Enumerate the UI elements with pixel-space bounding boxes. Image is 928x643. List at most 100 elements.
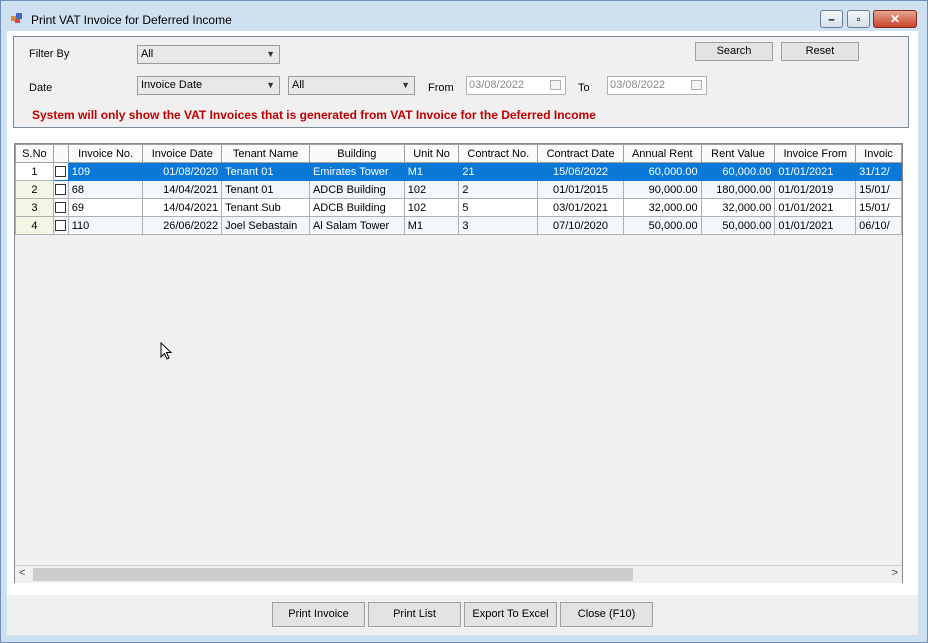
col-header-invoice-from[interactable]: Invoice From — [774, 144, 857, 163]
print-invoice-button[interactable]: Print Invoice — [272, 602, 365, 627]
print-list-button[interactable]: Print List — [368, 602, 461, 627]
maximize-button[interactable]: ▫ — [847, 10, 870, 28]
cell-annual-rent: 50,000.00 — [622, 216, 702, 235]
date-type-value: Invoice Date — [141, 79, 203, 91]
cell-rent-value: 60,000.00 — [700, 162, 776, 181]
cell-tenant: Tenant 01 — [221, 180, 310, 199]
cell-unit: 102 — [403, 198, 460, 217]
row-checkbox[interactable] — [55, 184, 67, 196]
col-header-invoice-date[interactable]: Invoice Date — [142, 144, 223, 163]
cell-building: ADCB Building — [308, 198, 405, 217]
col-header-select[interactable] — [52, 144, 69, 163]
col-header-unit-no[interactable]: Unit No — [403, 144, 460, 163]
cell-rent-value: 32,000.00 — [700, 198, 776, 217]
cell-invoice-to: 15/01/ — [855, 198, 902, 217]
from-label: From — [428, 82, 454, 94]
cell-tenant: Tenant 01 — [221, 162, 310, 181]
to-date-picker[interactable]: 03/08/2022 — [607, 76, 707, 95]
export-excel-button[interactable]: Export To Excel — [464, 602, 557, 627]
chevron-down-icon: ▼ — [266, 49, 275, 59]
table-row[interactable]: 2 68 14/04/2021 Tenant 01 ADCB Building 102 2 0… — [15, 180, 902, 199]
row-checkbox-cell — [52, 198, 69, 217]
cell-building: ADCB Building — [308, 180, 405, 199]
col-header-rent-value[interactable]: Rent Value — [700, 144, 776, 163]
from-date-picker[interactable]: 03/08/2022 — [466, 76, 566, 95]
row-checkbox-cell — [52, 216, 69, 235]
maximize-icon: ▫ — [856, 12, 861, 26]
cell-invoice-to: 31/12/ — [855, 162, 902, 181]
date-range-select[interactable]: All ▼ — [288, 76, 415, 95]
filter-by-label: Filter By — [29, 48, 70, 60]
cell-contract-no: 21 — [458, 162, 539, 181]
filter-by-select[interactable]: All ▼ — [137, 45, 280, 64]
col-header-tenant-name[interactable]: Tenant Name — [221, 144, 310, 163]
col-header-contract-no[interactable]: Contract No. — [458, 144, 539, 163]
invoice-grid[interactable]: S.No Invoice No. Invoice Date Tenant Nam… — [14, 143, 903, 583]
cell-unit: 102 — [403, 180, 460, 199]
scrollbar-thumb[interactable] — [33, 568, 633, 581]
table-row[interactable]: 3 69 14/04/2021 Tenant Sub ADCB Building 102 5… — [15, 198, 902, 217]
cell-invoice-no: 110 — [67, 216, 144, 235]
cell-invoice-to: 15/01/ — [855, 180, 902, 199]
row-number: 2 — [15, 180, 54, 199]
cell-unit: M1 — [403, 162, 460, 181]
to-date-value: 03/08/2022 — [610, 79, 666, 91]
grid-header-row: S.No Invoice No. Invoice Date Tenant Nam… — [15, 144, 902, 163]
filter-by-value: All — [141, 48, 154, 60]
col-header-building[interactable]: Building — [308, 144, 405, 163]
grid-body: 1 109 01/08/2020 Tenant 01 Emirates Tower M1 2… — [15, 162, 902, 235]
cell-contract-date: 03/01/2021 — [537, 198, 624, 217]
cell-invoice-no: 69 — [67, 198, 144, 217]
col-header-invoice-to[interactable]: Invoic — [855, 144, 902, 163]
cell-invoice-from: 01/01/2021 — [774, 162, 857, 181]
cell-invoice-no: 68 — [67, 180, 144, 199]
cell-building: Al Salam Tower — [308, 216, 405, 235]
window-title: Print VAT Invoice for Deferred Income — [31, 13, 232, 27]
row-checkbox-cell — [52, 162, 69, 181]
row-checkbox[interactable] — [55, 166, 67, 178]
chevron-down-icon: ▼ — [266, 80, 275, 90]
date-type-select[interactable]: Invoice Date ▼ — [137, 76, 280, 95]
row-number: 3 — [15, 198, 54, 217]
table-row[interactable]: 4 110 26/06/2022 Joel Sebastain Al Salam Tow… — [15, 216, 902, 235]
scroll-right-icon[interactable]: > — [892, 567, 898, 579]
calendar-icon[interactable] — [550, 80, 561, 90]
cell-contract-no: 5 — [458, 198, 539, 217]
calendar-icon[interactable] — [691, 80, 702, 90]
invoice-table: S.No Invoice No. Invoice Date Tenant Nam… — [15, 144, 902, 235]
row-checkbox[interactable] — [55, 202, 67, 214]
col-header-annual-rent[interactable]: Annual Rent — [622, 144, 702, 163]
cell-annual-rent: 32,000.00 — [622, 198, 702, 217]
minimize-button[interactable]: – — [820, 10, 843, 28]
cell-contract-no: 3 — [458, 216, 539, 235]
scroll-left-icon[interactable]: < — [19, 567, 25, 579]
close-button[interactable]: Close (F10) — [560, 602, 653, 627]
to-label: To — [578, 82, 590, 94]
cell-invoice-from: 01/01/2019 — [774, 180, 857, 199]
cell-contract-date: 01/01/2015 — [537, 180, 624, 199]
col-header-contract-date[interactable]: Contract Date — [537, 144, 624, 163]
info-note: System will only show the VAT Invoices t… — [32, 108, 596, 122]
chevron-down-icon: ▼ — [401, 80, 410, 90]
from-date-value: 03/08/2022 — [469, 79, 525, 91]
horizontal-scrollbar[interactable]: < > — [15, 565, 902, 583]
table-row[interactable]: 1 109 01/08/2020 Tenant 01 Emirates Tower M1 2… — [15, 162, 902, 181]
minimize-icon: – — [828, 12, 835, 26]
cell-unit: M1 — [403, 216, 460, 235]
close-window-button[interactable]: ✕ — [873, 10, 917, 28]
col-header-invoice-no[interactable]: Invoice No. — [67, 144, 144, 163]
cell-contract-date: 15/06/2022 — [537, 162, 624, 181]
cell-rent-value: 50,000.00 — [700, 216, 776, 235]
row-number: 1 — [15, 162, 54, 181]
cell-invoice-date: 14/04/2021 — [142, 180, 223, 199]
col-header-sno[interactable]: S.No — [15, 144, 54, 163]
cell-invoice-no: 109 — [67, 162, 144, 181]
cell-invoice-date: 01/08/2020 — [142, 162, 223, 181]
cell-invoice-date: 26/06/2022 — [142, 216, 223, 235]
date-label: Date — [29, 82, 53, 94]
app-icon — [11, 13, 22, 23]
search-button[interactable]: Search — [695, 42, 773, 61]
row-checkbox[interactable] — [55, 220, 67, 232]
reset-button[interactable]: Reset — [781, 42, 859, 61]
mouse-pointer-icon — [160, 342, 173, 360]
